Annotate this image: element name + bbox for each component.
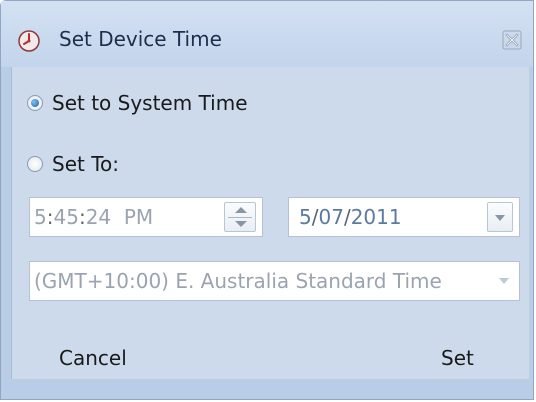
system-time-option[interactable]: Set to System Time — [27, 91, 248, 115]
time-spinner[interactable] — [224, 202, 256, 232]
chevron-down-icon[interactable] — [499, 278, 509, 284]
set-button[interactable]: Set — [441, 346, 474, 370]
set-to-label: Set To: — [52, 152, 119, 176]
time-space — [111, 205, 124, 229]
system-time-label: Set to System Time — [52, 91, 248, 115]
timezone-value: (GMT+10:00) E. Australia Standard Time — [34, 269, 442, 293]
date-month: 07 — [318, 205, 344, 229]
time-ampm: PM — [123, 205, 154, 229]
time-picker[interactable]: 5 : 45 : 24 PM — [29, 197, 263, 237]
system-time-radio[interactable] — [27, 95, 43, 111]
time-minutes: 45 — [53, 205, 79, 229]
spin-down-icon[interactable] — [235, 221, 247, 227]
time-separator: : — [78, 205, 86, 229]
date-separator: / — [343, 205, 351, 229]
time-hours: 5 — [34, 205, 47, 229]
calendar-dropdown-button[interactable] — [487, 202, 513, 232]
set-device-time-dialog: Set Device Time Set to System Time Set T… — [0, 0, 534, 400]
date-day: 5 — [299, 205, 312, 229]
set-to-radio[interactable] — [27, 156, 43, 172]
time-separator: : — [46, 205, 54, 229]
cancel-button[interactable]: Cancel — [59, 346, 127, 370]
timezone-select[interactable]: (GMT+10:00) E. Australia Standard Time — [29, 261, 520, 301]
set-to-option[interactable]: Set To: — [27, 152, 119, 176]
date-separator: / — [311, 205, 319, 229]
clock-icon — [17, 29, 41, 53]
close-icon[interactable] — [501, 29, 523, 51]
spinner-divider — [228, 217, 252, 218]
date-picker[interactable]: 5 / 07 / 2011 — [288, 197, 520, 237]
dialog-title: Set Device Time — [59, 27, 222, 51]
chevron-down-icon — [495, 215, 505, 221]
spin-up-icon[interactable] — [235, 207, 247, 213]
date-year: 2011 — [350, 205, 402, 229]
title-bar: Set Device Time — [1, 1, 533, 67]
time-seconds: 24 — [85, 205, 112, 229]
